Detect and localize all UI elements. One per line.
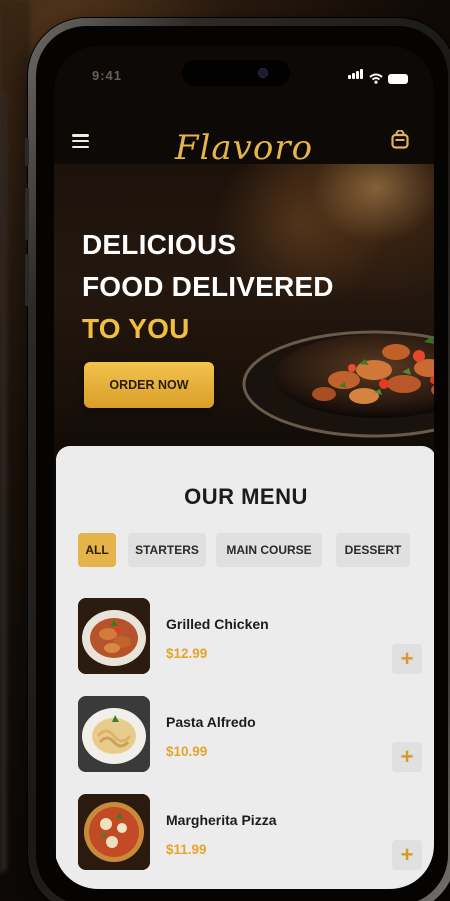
cart-icon[interactable] (390, 130, 410, 150)
add-to-cart-button[interactable]: + (392, 742, 422, 772)
tab-starters[interactable]: STARTERS (128, 533, 206, 567)
dynamic-island (182, 60, 290, 86)
plus-icon: + (400, 842, 414, 867)
phone-frame: 9:41 Flavoro DELICIOUS FOOD DELIVERED TO… (25, 18, 450, 901)
tab-main-course[interactable]: MAIN COURSE (216, 533, 322, 567)
battery-icon (388, 74, 408, 84)
menu-title: OUR MENU (184, 484, 308, 509)
hero-banner: DELICIOUS FOOD DELIVERED TO YOU ORDER NO… (54, 164, 434, 464)
menu-item-grilled-chicken[interactable]: Grilled Chicken $12.99 + (78, 598, 422, 676)
phone-bezel: 9:41 Flavoro DELICIOUS FOOD DELIVERED TO… (36, 26, 448, 901)
wifi-icon (369, 73, 383, 84)
app-logo: Flavoro (174, 128, 314, 168)
menu-item-pasta-alfredo[interactable]: Pasta Alfredo $10.99 + (78, 696, 422, 774)
status-bar: 9:41 (54, 46, 434, 92)
order-now-button[interactable]: ORDER NOW (84, 362, 214, 408)
item-price: $10.99 (166, 744, 208, 759)
tab-dessert[interactable]: DESSERT (336, 533, 410, 567)
menu-section: OUR MENU ALL STARTERS MAIN COURSE DESSER… (56, 446, 434, 889)
status-icons (348, 66, 408, 84)
item-name: Grilled Chicken (166, 616, 269, 632)
category-tabs: ALL STARTERS MAIN COURSE DESSERT (78, 533, 426, 567)
grilled-chicken-image (78, 598, 150, 674)
menu-item-margherita-pizza[interactable]: Margherita Pizza $11.99 + (78, 794, 422, 872)
item-name: Pasta Alfredo (166, 714, 256, 730)
background-blur (0, 0, 30, 901)
volume-down-button (25, 254, 29, 306)
plus-icon: + (400, 744, 414, 769)
margherita-pizza-image (78, 794, 150, 870)
app-header: Flavoro (54, 108, 434, 168)
hero-headline: DELICIOUS FOOD DELIVERED TO YOU (82, 224, 334, 350)
hero-headline-line2: FOOD DELIVERED (82, 271, 334, 302)
background-device-edge (0, 92, 6, 872)
signal-icon (348, 66, 364, 84)
item-price: $12.99 (166, 646, 208, 661)
phone-screen: 9:41 Flavoro DELICIOUS FOOD DELIVERED TO… (54, 46, 434, 889)
hero-headline-line1: DELICIOUS (82, 229, 237, 260)
tab-all[interactable]: ALL (78, 533, 116, 567)
status-time: 9:41 (92, 68, 123, 83)
item-name: Margherita Pizza (166, 812, 277, 828)
item-price: $11.99 (166, 842, 207, 857)
volume-up-button (25, 188, 29, 240)
add-to-cart-button[interactable]: + (392, 840, 422, 870)
camera-icon (258, 68, 268, 78)
pasta-alfredo-image (78, 696, 150, 772)
hero-headline-line3: TO YOU (82, 313, 190, 344)
plus-icon: + (400, 646, 414, 671)
add-to-cart-button[interactable]: + (392, 644, 422, 674)
mute-switch (25, 138, 29, 166)
